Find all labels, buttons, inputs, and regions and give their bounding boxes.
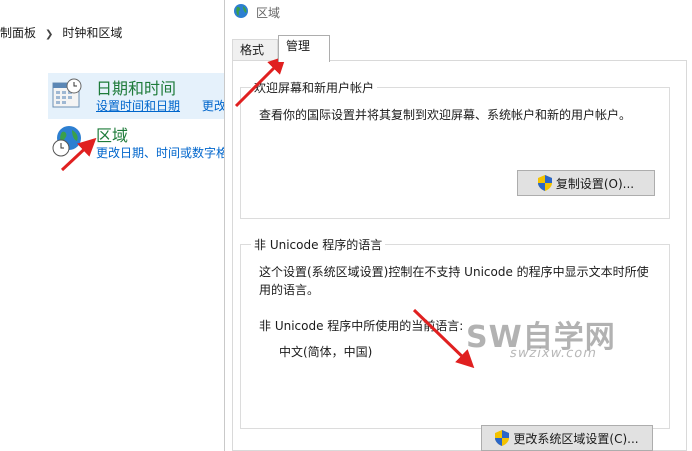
tab-format[interactable]: 格式 (232, 39, 278, 61)
globe-clock-icon (52, 126, 81, 157)
breadcrumb-item-control-panel[interactable]: 制面板 (0, 26, 36, 40)
breadcrumb-item-clock-region[interactable]: 时钟和区域 (62, 26, 122, 40)
copy-settings-label: 复制设置(O)... (555, 176, 635, 191)
cp-item-title[interactable]: 区域 (96, 122, 128, 146)
control-panel-background: 制面板 ❯ 时钟和区域 日期和时间 设置时间和日期 更改 区域 更改日期、时间或… (0, 0, 248, 451)
link-change-date-time-number[interactable]: 更改日期、时间或数字格 (96, 146, 228, 160)
breadcrumb: 制面板 ❯ 时钟和区域 (0, 24, 122, 41)
uac-shield-icon (495, 430, 510, 446)
welcome-description: 查看你的国际设置并将其复制到欢迎屏幕、系统帐户和新的用户帐户。 (259, 108, 632, 122)
current-language-value: 中文(简体，中国) (279, 345, 373, 359)
globe-icon (234, 4, 248, 18)
chevron-right-icon: ❯ (45, 29, 54, 40)
group-title: 非 Unicode 程序的语言 (251, 236, 386, 253)
link-set-time-date[interactable]: 设置时间和日期 (96, 99, 180, 113)
cp-item-date-time[interactable]: 日期和时间 设置时间和日期 更改 (48, 73, 248, 119)
group-welcome-screen: 欢迎屏幕和新用户帐户 查看你的国际设置并将其复制到欢迎屏幕、系统帐户和新的用户帐… (240, 79, 670, 219)
calendar-clock-icon (52, 78, 82, 108)
uac-shield-icon (537, 175, 552, 191)
current-language-label: 非 Unicode 程序中所使用的当前语言: (259, 319, 464, 333)
group-title: 欢迎屏幕和新用户帐户 (251, 79, 378, 96)
cp-item-title[interactable]: 日期和时间 (96, 75, 176, 99)
copy-settings-button[interactable]: 复制设置(O)... (517, 170, 655, 196)
dialog-titlebar[interactable]: 区域 (225, 0, 692, 26)
unicode-description-line1: 这个设置(系统区域设置)控制在不支持 Unicode 的程序中显示文本时所使 (259, 265, 649, 279)
change-system-locale-label: 更改系统区域设置(C)... (513, 431, 639, 446)
cp-item-region[interactable]: 区域 更改日期、时间或数字格 (48, 120, 248, 166)
link-change[interactable]: 更改 (202, 99, 226, 113)
dialog-title: 区域 (256, 6, 281, 20)
region-dialog: 区域 格式 管理 欢迎屏幕和新用户帐户 查看你的国际设置并将其复制到欢迎屏幕、系… (224, 0, 692, 451)
change-system-locale-button[interactable]: 更改系统区域设置(C)... (481, 425, 653, 451)
tab-manage[interactable]: 管理 (278, 35, 330, 62)
group-non-unicode: 非 Unicode 程序的语言 这个设置(系统区域设置)控制在不支持 Unico… (240, 236, 670, 451)
tab-panel-manage: 欢迎屏幕和新用户帐户 查看你的国际设置并将其复制到欢迎屏幕、系统帐户和新的用户帐… (232, 60, 687, 451)
unicode-description-line2: 用的语言。 (259, 283, 320, 297)
